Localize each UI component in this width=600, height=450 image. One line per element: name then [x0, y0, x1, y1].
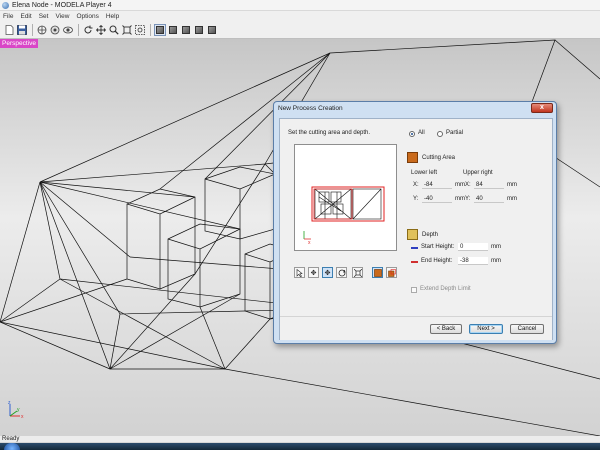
menu-edit[interactable]: Edit	[20, 13, 31, 20]
extend-depth-label: Extend Depth Limit	[420, 286, 471, 292]
upper-right-y-unit: mm	[507, 196, 517, 202]
model-position-icon[interactable]	[36, 24, 48, 36]
area-preview[interactable]: x	[294, 144, 397, 251]
next-button[interactable]: Next >	[469, 324, 503, 334]
status-text: Ready	[2, 436, 20, 442]
lower-left-y-label: Y:	[413, 196, 419, 202]
svg-text:z: z	[8, 401, 11, 406]
lower-left-y-unit: mm	[455, 196, 465, 202]
lower-left-y-field[interactable]: -40	[422, 195, 452, 203]
toolbar-separator	[78, 23, 79, 36]
rotate-icon[interactable]	[82, 24, 94, 36]
cancel-button[interactable]: Cancel	[510, 324, 544, 334]
cutting-area-icon	[407, 152, 418, 163]
lower-left-x-unit: mm	[455, 182, 465, 188]
lower-left-x-field[interactable]: -84	[422, 181, 452, 189]
view-top-icon[interactable]	[167, 24, 179, 36]
start-height-field[interactable]: 0	[458, 243, 488, 251]
area-fill-tool-icon[interactable]	[372, 267, 383, 278]
save-icon[interactable]	[16, 24, 28, 36]
radio-partial-label: Partial	[446, 130, 464, 136]
app-icon	[2, 1, 9, 9]
cutting-area-title: Cutting Area	[422, 155, 456, 161]
upper-right-x-field[interactable]: 84	[474, 181, 504, 189]
view-front-icon[interactable]	[180, 24, 192, 36]
radio-all-label: All	[418, 130, 425, 136]
menu-options[interactable]: Options	[76, 13, 98, 20]
view-side-icon[interactable]	[193, 24, 205, 36]
end-height-field[interactable]: -38	[458, 257, 488, 265]
upper-right-y-field[interactable]: 40	[474, 195, 504, 203]
menu-help[interactable]: Help	[106, 13, 119, 20]
menu-bar: File Edit Set View Options Help	[0, 11, 600, 21]
menu-view[interactable]: View	[55, 13, 69, 20]
axis-triad-icon: z x y	[8, 401, 24, 420]
dialog-body: Set the cutting area and depth. x ✥ ✥ Al…	[279, 118, 553, 340]
fit-view-icon[interactable]	[121, 24, 133, 36]
window-title: Elena Node - MODELA Player 4	[12, 1, 112, 9]
instruction-text: Set the cutting area and depth.	[288, 130, 371, 136]
new-process-dialog: New Process Creation x Set the cutting a…	[273, 101, 557, 344]
rotate-tool-icon[interactable]	[336, 267, 347, 278]
dialog-footer: < Back Next > Cancel	[280, 316, 552, 340]
move-tool-icon[interactable]: ✥	[308, 267, 319, 278]
zoom-icon[interactable]	[108, 24, 120, 36]
start-button[interactable]	[4, 443, 20, 450]
start-height-label: Start Height:	[421, 244, 455, 250]
toolbar-separator	[32, 23, 33, 36]
end-height-swatch	[411, 261, 418, 263]
area-frame-tool-icon[interactable]	[386, 267, 397, 278]
lower-left-x-label: X:	[413, 182, 419, 188]
fit-tool-icon[interactable]	[352, 267, 363, 278]
menu-file[interactable]: File	[3, 13, 13, 20]
start-height-swatch	[411, 247, 418, 249]
zoom-fit-icon[interactable]	[49, 24, 61, 36]
depth-title: Depth	[422, 232, 439, 238]
svg-text:x: x	[308, 240, 311, 246]
lower-left-label: Lower left	[411, 170, 438, 176]
depth-icon	[407, 229, 418, 240]
extend-depth-checkbox[interactable]	[411, 287, 417, 293]
pan-icon[interactable]	[95, 24, 107, 36]
svg-text:y: y	[17, 407, 20, 413]
svg-text:x: x	[21, 414, 24, 420]
select-tool-icon[interactable]	[294, 267, 305, 278]
radio-partial[interactable]	[437, 131, 443, 137]
status-bar	[0, 436, 600, 442]
eye-icon[interactable]	[62, 24, 74, 36]
upper-right-label: Upper right	[463, 170, 493, 176]
new-file-icon[interactable]	[3, 24, 15, 36]
menu-set[interactable]: Set	[39, 13, 49, 20]
upper-right-x-label: X:	[465, 182, 471, 188]
radio-all[interactable]	[409, 131, 415, 137]
start-height-unit: mm	[491, 244, 501, 250]
view-perspective-icon[interactable]	[154, 23, 166, 36]
toolbar-separator	[150, 23, 151, 36]
view-mode-label: Perspective	[0, 39, 38, 48]
zoom-window-icon[interactable]	[134, 24, 146, 36]
dialog-title: New Process Creation	[278, 105, 343, 112]
back-button[interactable]: < Back	[430, 324, 462, 334]
title-bar: Elena Node - MODELA Player 4	[0, 0, 600, 11]
upper-right-x-unit: mm	[507, 182, 517, 188]
area-preview-drawing: x	[303, 186, 385, 246]
os-taskbar	[0, 443, 600, 450]
end-height-unit: mm	[491, 258, 501, 264]
end-height-label: End Height:	[421, 258, 453, 264]
dialog-close-button[interactable]: x	[531, 103, 553, 113]
view-iso-icon[interactable]	[206, 24, 218, 36]
pan-tool-icon[interactable]: ✥	[322, 267, 333, 278]
toolbar	[0, 21, 600, 39]
upper-right-y-label: Y:	[465, 196, 471, 202]
